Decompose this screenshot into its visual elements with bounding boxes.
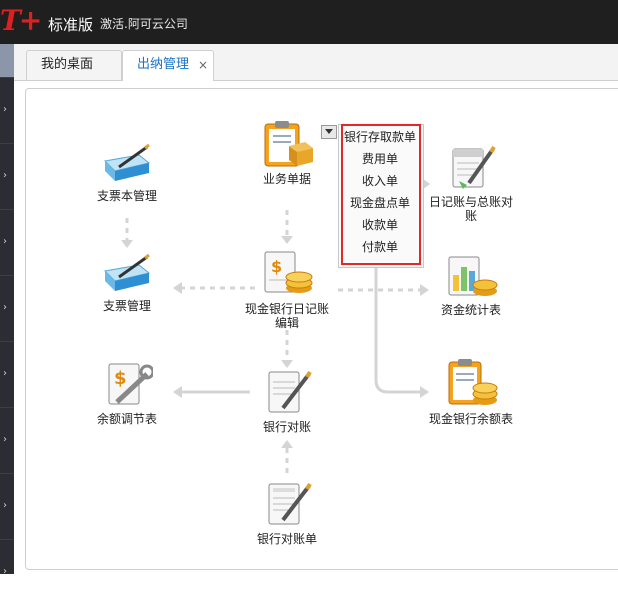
node-cash-bank-balance[interactable]: 现金银行余额表 <box>426 358 516 426</box>
sidebar-item-selected[interactable] <box>0 44 14 77</box>
chevron-right-icon: › <box>3 236 7 247</box>
sidebar-item[interactable]: › <box>0 473 14 540</box>
node-journal-reconcile[interactable]: 日记账与总账对账 <box>426 143 516 223</box>
node-label: 日记账与总账对账 <box>428 195 513 223</box>
cheque-book-icon <box>103 143 151 181</box>
chevron-right-icon: › <box>3 368 7 379</box>
node-label: 现金银行余额表 <box>428 412 513 426</box>
sidebar-item[interactable]: › <box>0 407 14 474</box>
chevron-right-icon: › <box>3 302 7 313</box>
tab-label: 我的桌面 <box>41 57 94 72</box>
node-label: 现金银行日记账编辑 <box>244 302 329 330</box>
node-fund-stats[interactable]: 资金统计表 <box>426 253 516 317</box>
node-cheque-book[interactable]: 支票本管理 <box>82 143 172 203</box>
tab-strip: 我的桌面 出纳管理 × <box>14 44 618 81</box>
node-bank-statement[interactable]: 银行对账单 <box>242 480 332 546</box>
node-label: 支票管理 <box>102 299 151 313</box>
tab-label: 出纳管理 <box>137 57 190 72</box>
tab-cashier-management[interactable]: 出纳管理 × <box>122 50 214 81</box>
chevron-right-icon: › <box>3 104 7 115</box>
chevron-right-icon: › <box>3 500 7 511</box>
svg-text:$: $ <box>271 257 282 276</box>
node-cash-journal-edit[interactable]: $ 现金银行日记账编辑 <box>242 250 332 330</box>
brand-logo: T+ <box>0 4 42 37</box>
tab-my-desktop[interactable]: 我的桌面 <box>26 50 122 80</box>
menu-highlight-frame <box>341 124 421 265</box>
node-label: 支票本管理 <box>96 189 157 203</box>
node-cheque-manage[interactable]: 支票管理 <box>82 253 172 313</box>
node-business-docs[interactable]: 业务单据 <box>242 120 332 186</box>
close-icon[interactable]: × <box>198 51 208 79</box>
node-balance-adjust[interactable]: $ 余额调节表 <box>82 360 172 426</box>
sidebar-item[interactable]: › <box>0 275 14 342</box>
document-pen-icon <box>268 370 312 413</box>
dollar-coins-icon: $ <box>264 251 313 293</box>
statement-pen-icon <box>268 482 312 525</box>
company-name: 激活.阿可云公司 <box>100 17 188 31</box>
node-label: 余额调节表 <box>96 412 157 426</box>
node-bank-reconcile[interactable]: 银行对账 <box>242 368 332 434</box>
sidebar-item[interactable]: › <box>0 341 14 408</box>
chevron-right-icon: › <box>3 566 7 577</box>
sidebar-item[interactable]: › <box>0 77 14 144</box>
node-label: 业务单据 <box>262 172 311 186</box>
sidebar-item[interactable]: › <box>0 539 14 606</box>
clipboard-coins-icon <box>448 359 498 405</box>
sidebar-item[interactable]: › <box>0 209 14 276</box>
dropdown-toggle-button[interactable] <box>321 125 337 139</box>
node-label: 银行对账 <box>262 420 311 434</box>
node-label: 资金统计表 <box>440 303 501 317</box>
sidebar-item[interactable]: › <box>0 143 14 210</box>
chevron-right-icon: › <box>3 170 7 181</box>
document-pen-icon <box>452 145 496 189</box>
cheque-pen-icon <box>103 253 151 291</box>
sidebar: › › › › › › › › <box>0 44 14 577</box>
top-header: T+ 标准版 激活.阿可云公司 <box>0 0 618 44</box>
chevron-right-icon: › <box>3 434 7 445</box>
node-label: 银行对账单 <box>256 532 317 546</box>
stats-coins-icon <box>448 256 498 296</box>
clipboard-box-icon <box>264 121 313 167</box>
brand-edition: 标准版 <box>48 16 94 34</box>
svg-text:$: $ <box>114 368 127 389</box>
wrench-dollar-icon: $ <box>108 363 153 405</box>
